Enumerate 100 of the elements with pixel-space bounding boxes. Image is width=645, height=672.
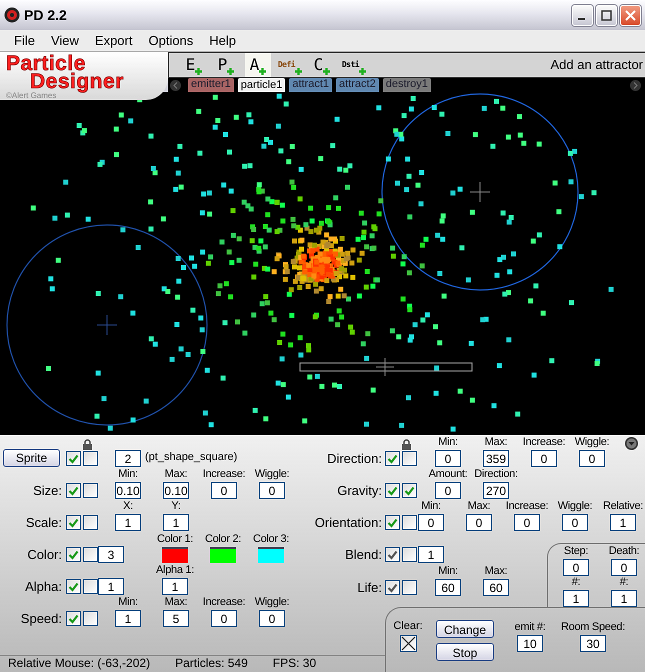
number-field[interactable]: 30 — [580, 635, 606, 652]
shape-name: (pt_shape_square) — [145, 450, 238, 464]
sprite-button[interactable]: Sprite — [3, 449, 60, 467]
field-label: Max: — [484, 437, 508, 448]
number-field[interactable]: 0 — [611, 559, 637, 576]
menu-item[interactable]: View — [42, 30, 87, 50]
number-field[interactable]: 1 — [418, 546, 444, 563]
close-button[interactable] — [620, 4, 641, 26]
object-tab[interactable]: attract1 — [289, 78, 332, 92]
field-label: Min: — [438, 437, 458, 448]
scroll-left-icon — [170, 80, 181, 90]
field-label: Wiggle: — [574, 437, 610, 448]
field-label: Death: — [608, 546, 640, 557]
number-field[interactable]: 0 — [211, 482, 237, 499]
menu-item[interactable]: Options — [140, 30, 202, 50]
number-field[interactable]: 1 — [98, 578, 124, 595]
field-label: Min: — [421, 501, 441, 512]
checkbox[interactable] — [83, 483, 98, 498]
number-field[interactable]: 1 — [115, 610, 141, 627]
object-tab[interactable]: attract2 — [336, 78, 379, 92]
checkbox[interactable] — [402, 547, 417, 562]
number-field[interactable]: 0 — [418, 514, 444, 531]
clear-label: Clear: — [393, 620, 423, 632]
number-field[interactable]: 1 — [115, 514, 141, 531]
object-tab[interactable]: particle1 — [238, 78, 286, 92]
property-label: Size: — [33, 482, 62, 499]
number-field[interactable]: 60 — [435, 579, 461, 596]
field-label: Min: — [438, 566, 458, 577]
checkbox[interactable] — [66, 451, 81, 466]
tool-button[interactable]: E — [181, 53, 207, 77]
crosshair-marker — [470, 182, 490, 202]
number-field[interactable]: 0 — [531, 450, 557, 467]
field-label: Wiggle: — [558, 501, 592, 512]
number-field[interactable]: 0 — [466, 514, 492, 531]
field-label: Step: — [564, 546, 588, 557]
menu-item[interactable]: Export — [86, 30, 140, 50]
number-field[interactable]: 0 — [514, 514, 540, 531]
number-field[interactable]: 0.10 — [115, 482, 141, 499]
checkbox[interactable] — [83, 515, 98, 530]
color-swatch[interactable] — [162, 547, 188, 563]
number-field[interactable]: 0 — [435, 482, 461, 499]
field-label: emit #: — [514, 622, 546, 633]
field-label: Color 1: — [156, 534, 194, 545]
number-field[interactable]: 1 — [563, 590, 589, 607]
object-tab[interactable]: destroy1 — [382, 78, 431, 92]
tool-button[interactable]: P — [213, 53, 239, 77]
checkbox[interactable] — [402, 515, 417, 530]
tool-button[interactable]: C — [309, 53, 335, 77]
number-field[interactable]: 0.10 — [163, 482, 189, 499]
menu-item[interactable]: File — [6, 30, 43, 50]
number-field[interactable]: 1 — [162, 578, 188, 595]
color-swatch[interactable] — [210, 547, 236, 563]
checkbox[interactable] — [402, 580, 417, 595]
checkbox[interactable] — [400, 635, 416, 652]
minimize-button[interactable] — [572, 4, 593, 26]
tool-button[interactable]: Defi — [277, 53, 303, 77]
number-field[interactable]: 2 — [115, 450, 141, 467]
number-field[interactable]: 0 — [562, 514, 588, 531]
mouse-position: Relative Mouse: (-63,-202) — [8, 656, 150, 672]
number-field[interactable]: 0 — [259, 482, 285, 499]
number-field[interactable]: 3 — [98, 546, 124, 563]
color-swatch[interactable] — [258, 547, 284, 563]
number-field[interactable]: 270 — [483, 482, 509, 499]
action-button[interactable]: Change — [436, 620, 494, 638]
maximize-button[interactable] — [596, 4, 617, 26]
number-field[interactable]: 0 — [563, 559, 589, 576]
number-field[interactable]: 60 — [483, 579, 509, 596]
number-field[interactable]: 0 — [435, 450, 461, 467]
lock-icon — [401, 439, 412, 450]
property-label: Life: — [357, 579, 382, 596]
checkbox[interactable] — [83, 579, 98, 594]
field-label: Max: — [164, 469, 188, 480]
checkbox[interactable] — [83, 611, 98, 626]
fps-readout: FPS: 30 — [272, 656, 316, 672]
minimize-icon — [578, 18, 584, 20]
number-field[interactable]: 359 — [483, 450, 509, 467]
number-field[interactable]: 1 — [163, 514, 189, 531]
plus-icon — [259, 68, 266, 75]
dropdown-icon[interactable] — [625, 437, 638, 450]
tool-button[interactable]: A — [245, 53, 271, 77]
field-label: X: — [123, 501, 133, 512]
number-field[interactable]: 1 — [610, 514, 636, 531]
field-label: Color 2: — [204, 534, 242, 545]
tool-button[interactable]: Dsti — [341, 53, 367, 77]
number-field[interactable]: 0 — [259, 610, 285, 627]
menu-item[interactable]: Help — [201, 30, 244, 50]
plus-icon — [323, 68, 330, 75]
field-label: Min: — [118, 597, 138, 608]
plus-icon — [195, 68, 202, 75]
number-field[interactable]: 5 — [163, 610, 189, 627]
number-field[interactable]: 0 — [211, 610, 237, 627]
checkbox[interactable] — [402, 451, 417, 466]
number-field[interactable]: 10 — [517, 635, 543, 652]
number-field[interactable]: 1 — [611, 590, 637, 607]
credit-text: ©Alert Games — [6, 91, 56, 100]
action-button[interactable]: Stop — [436, 643, 494, 661]
object-tab[interactable]: emitter1 — [188, 78, 234, 92]
checkbox[interactable] — [83, 451, 98, 466]
checkbox[interactable] — [83, 547, 98, 562]
number-field[interactable]: 0 — [579, 450, 605, 467]
